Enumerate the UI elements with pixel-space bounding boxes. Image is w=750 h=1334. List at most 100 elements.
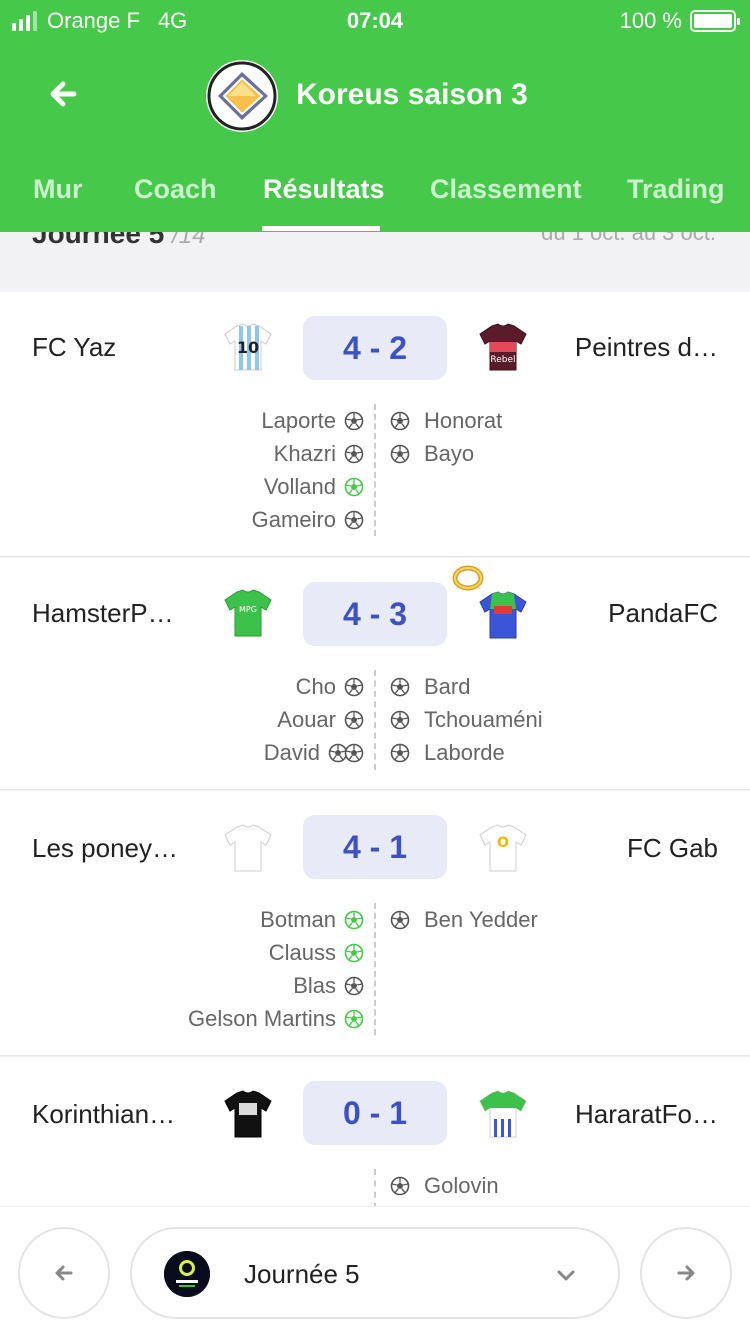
scorer-name: Cho [295, 673, 336, 699]
home-scorer: Volland [264, 470, 364, 503]
home-scorer: Cho [296, 670, 364, 703]
blue-red-jersey-icon [476, 588, 530, 642]
scorer-name: Aouar [277, 706, 336, 732]
soccer-ball-icon [344, 710, 364, 730]
away-scorer: Honorat [390, 404, 502, 437]
match-score[interactable]: 4 - 3 [303, 582, 447, 646]
soccer-ball-icon [344, 411, 364, 431]
soccer-ball-icon [344, 910, 364, 930]
soccer-ball-icon [390, 444, 410, 464]
away-scorer: Ben Yedder [390, 903, 538, 936]
svg-text:O: O [497, 835, 509, 851]
home-scorer: Gameiro [252, 503, 364, 536]
battery-icon [690, 10, 740, 32]
battery-percent: 100 % [619, 8, 682, 33]
match-card[interactable]: Korinthian… 0 - 1 HararatFo… Golovin [0, 1057, 750, 1209]
soccer-ball-icon [344, 976, 364, 996]
svg-text:Rebel: Rebel [490, 355, 515, 365]
scorers-divider [374, 670, 376, 770]
tab-bar: Mur Coach Résultats Classement Trading [0, 168, 750, 232]
soccer-ball-icon [390, 411, 410, 431]
scorer-name: Laborde [424, 739, 505, 765]
away-scorer: Golovin [390, 1169, 499, 1202]
green-jersey-icon: MPG [221, 586, 275, 640]
soccer-ball-icon [390, 1176, 410, 1196]
away-team-name[interactable]: FC Gab [627, 833, 718, 864]
scorer-name: David [263, 739, 320, 765]
home-scorer: Clauss [269, 936, 364, 969]
soccer-ball-icon [344, 510, 364, 530]
match-card[interactable]: FC Yaz 10 4 - 2 Rebel Peintres d… Laport… [0, 292, 750, 557]
app-header: Orange F 4G 07:04 100 % Koreus saison 3 … [0, 0, 750, 232]
svg-text:MPG: MPG [239, 605, 257, 614]
white-orange-logo-jersey-icon: O [476, 821, 530, 875]
match-card[interactable]: HamsterP… MPG 4 - 3 PandaFC Cho Aouar Davi… [0, 558, 750, 790]
home-scorer: Gelson Martins [188, 1002, 364, 1035]
home-scorer: Botman [260, 903, 364, 936]
chevron-down-icon [554, 1263, 578, 1287]
tab-resultats[interactable]: Résultats [263, 174, 385, 205]
soccer-ball-icon [328, 743, 364, 763]
tab-trading[interactable]: Trading [627, 174, 725, 205]
scorer-name: Gameiro [251, 506, 336, 532]
scorers-divider [374, 903, 376, 1035]
soccer-ball-icon [390, 677, 410, 697]
scorers-divider [374, 1169, 376, 1209]
white-jersey-icon [221, 821, 275, 875]
soccer-ball-icon [390, 910, 410, 930]
home-team-name[interactable]: Korinthian… [32, 1099, 175, 1130]
back-arrow-icon[interactable] [44, 74, 84, 114]
home-team-name[interactable]: HamsterP… [32, 598, 174, 629]
match-card[interactable]: Les poney… 4 - 1 O FC Gab Botman Clauss Bl… [0, 791, 750, 1056]
match-score[interactable]: 0 - 1 [303, 1081, 447, 1145]
scorer-name: Clauss [268, 939, 336, 965]
scorer-name: Bayo [424, 440, 475, 466]
scorers-divider [374, 404, 376, 536]
home-scorer: Khazri [274, 437, 364, 470]
soccer-ball-icon [390, 743, 410, 763]
home-team-name[interactable]: Les poney… [32, 833, 178, 864]
svg-text:10: 10 [237, 338, 259, 357]
next-day-button[interactable] [640, 1227, 732, 1319]
home-scorer: David [264, 736, 364, 769]
day-selector[interactable]: Journée 5 [130, 1227, 620, 1319]
bottom-bar: Journée 5 [0, 1206, 750, 1334]
league-logo [206, 60, 278, 132]
previous-day-button[interactable] [18, 1227, 110, 1319]
tab-classement[interactable]: Classement [430, 174, 582, 205]
soccer-ball-icon [344, 477, 364, 497]
away-scorer: Bayo [390, 437, 474, 470]
away-team-name[interactable]: PandaFC [608, 598, 718, 629]
scorer-name: Golovin [424, 1172, 499, 1198]
scorer-name: Volland [263, 473, 336, 499]
away-team-name[interactable]: HararatFo… [575, 1099, 718, 1130]
match-score[interactable]: 4 - 2 [303, 316, 447, 380]
scorer-name: Bard [424, 673, 471, 699]
match-score[interactable]: 4 - 1 [303, 815, 447, 879]
league-title: Koreus saison 3 [296, 78, 528, 111]
soccer-ball-icon [344, 677, 364, 697]
home-team-name[interactable]: FC Yaz [32, 332, 116, 363]
soccer-ball-icon [344, 943, 364, 963]
tab-coach[interactable]: Coach [134, 174, 217, 205]
soccer-ball-icon [344, 1009, 364, 1029]
tab-mur[interactable]: Mur [33, 174, 83, 205]
soccer-ball-icon [390, 710, 410, 730]
scorer-name: Khazri [273, 440, 336, 466]
away-team-name[interactable]: Peintres d… [575, 332, 718, 363]
away-scorer: Laborde [390, 736, 505, 769]
home-scorer: Blas [293, 969, 364, 1002]
arrow-left-icon [55, 1265, 73, 1281]
scorer-name: Botman [260, 906, 336, 932]
status-bar: Orange F 4G 07:04 100 % [0, 8, 750, 36]
away-scorer: Tchouaméni [390, 703, 543, 736]
scorer-name: Ben Yedder [424, 906, 538, 932]
black-jersey-icon [221, 1087, 275, 1141]
arrow-right-icon [677, 1265, 695, 1281]
bordeaux-rebel-jersey-icon: Rebel [476, 320, 530, 374]
day-selector-label: Journée 5 [244, 1259, 360, 1289]
away-scorer: Bard [390, 670, 470, 703]
scorer-name: Blas [293, 972, 336, 998]
scorer-name: Laporte [261, 407, 336, 433]
day-total: /14 [172, 232, 206, 249]
